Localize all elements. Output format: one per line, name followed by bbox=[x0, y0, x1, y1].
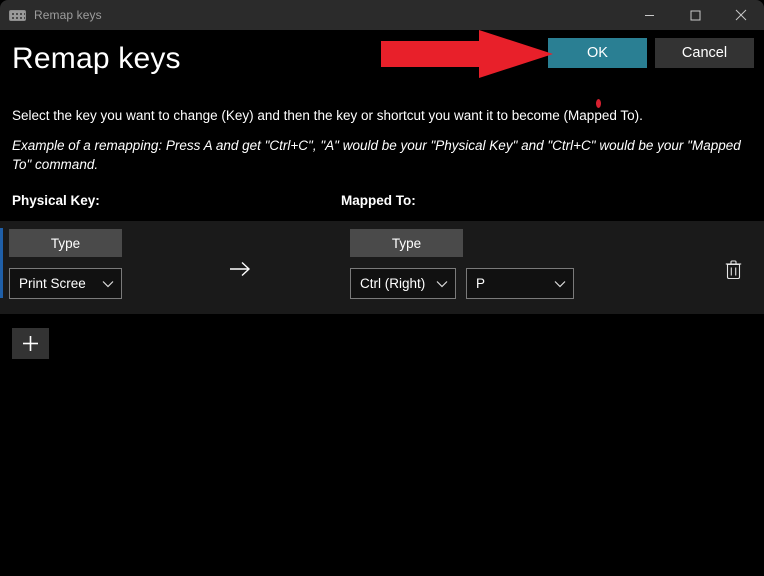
ok-button[interactable]: OK bbox=[548, 38, 647, 68]
red-dot-annotation bbox=[596, 99, 601, 108]
chevron-down-icon bbox=[95, 280, 121, 288]
physical-type-button[interactable]: Type bbox=[9, 229, 122, 257]
physical-key-column-header: Physical Key: bbox=[12, 193, 100, 208]
chevron-down-icon bbox=[547, 280, 573, 288]
cancel-button[interactable]: Cancel bbox=[655, 38, 754, 68]
arrow-right-icon bbox=[230, 261, 251, 277]
row-focus-indicator bbox=[0, 228, 3, 298]
titlebar-title: Remap keys bbox=[34, 8, 102, 22]
page-title: Remap keys bbox=[12, 42, 181, 75]
instruction-example: Example of a remapping: Press A and get … bbox=[12, 138, 741, 173]
mapped-type-button[interactable]: Type bbox=[350, 229, 463, 257]
remap-keys-window: Remap keys Remap keys OK Cancel Select t… bbox=[0, 0, 764, 576]
mapped-key-dropdown[interactable]: P bbox=[466, 268, 574, 299]
close-button[interactable] bbox=[718, 0, 764, 30]
chevron-down-icon bbox=[429, 280, 455, 288]
instruction-description: Select the key you want to change (Key) … bbox=[12, 108, 643, 123]
physical-key-dropdown[interactable]: Print Scree bbox=[9, 268, 122, 299]
delete-remapping-button[interactable] bbox=[718, 254, 748, 284]
mapped-modifier-dropdown[interactable]: Ctrl (Right) bbox=[350, 268, 456, 299]
titlebar-drag-region[interactable]: Remap keys bbox=[0, 0, 626, 30]
mapped-modifier-value: Ctrl (Right) bbox=[360, 276, 426, 291]
titlebar: Remap keys bbox=[0, 0, 764, 30]
trash-icon bbox=[725, 259, 741, 279]
mapped-key-value: P bbox=[476, 276, 486, 291]
physical-key-value: Print Scree bbox=[19, 276, 86, 291]
plus-icon bbox=[23, 336, 38, 351]
keyboard-icon bbox=[9, 9, 26, 21]
mapped-to-column-header: Mapped To: bbox=[341, 193, 416, 208]
add-remapping-button[interactable] bbox=[12, 328, 49, 359]
window-controls bbox=[626, 0, 764, 30]
minimize-button[interactable] bbox=[626, 0, 672, 30]
maximize-button[interactable] bbox=[672, 0, 718, 30]
red-arrow-right-icon bbox=[381, 30, 553, 78]
